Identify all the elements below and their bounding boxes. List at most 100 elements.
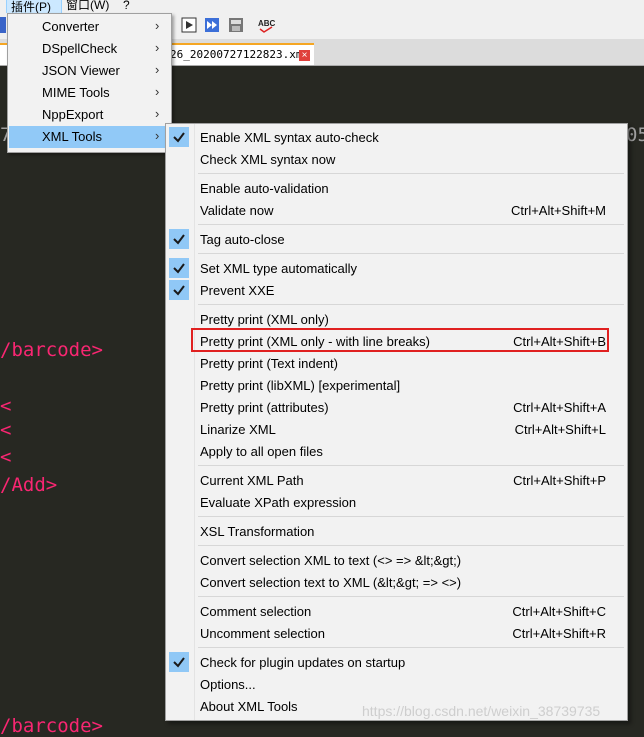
menu-item-label: Pretty print (Text indent) [200, 356, 338, 371]
menu-item-enable-auto-validation[interactable]: Enable auto-validation [166, 177, 627, 199]
menu-item-options[interactable]: Options... [166, 673, 627, 695]
menu-item-convert-text-to-xml[interactable]: Convert selection text to XML (&lt;&gt; … [166, 571, 627, 593]
menu-plugins[interactable]: 插件(P) [6, 0, 62, 14]
menu-item-pretty-print-attributes[interactable]: Pretty print (attributes) Ctrl+Alt+Shift… [166, 396, 627, 418]
checkmark-icon [169, 258, 189, 278]
checkmark-icon [169, 652, 189, 672]
checkmark-icon [169, 127, 189, 147]
spellcheck-icon[interactable]: ABC [258, 17, 276, 33]
watermark: https://blog.csdn.net/weixin_38739735 [362, 703, 601, 719]
save-macro-icon[interactable] [228, 17, 244, 33]
menu-item-evaluate-xpath[interactable]: Evaluate XPath expression [166, 491, 627, 513]
menu-item-uncomment-selection[interactable]: Uncomment selection Ctrl+Alt+Shift+R [166, 622, 627, 644]
menu-separator [198, 304, 624, 305]
menu-item-label: Prevent XXE [200, 283, 275, 298]
code-line: /barcode> [0, 339, 103, 361]
menu-item-label: Linarize XML [200, 422, 276, 437]
menu-separator [198, 224, 624, 225]
menu-item-pretty-print-libxml[interactable]: Pretty print (libXML) [experimental] [166, 374, 627, 396]
submenu-item-label: JSON Viewer [42, 63, 120, 78]
menu-item-label: Enable XML syntax auto-check [200, 130, 379, 145]
submenu-item-dspellcheck[interactable]: DSpellCheck › [9, 38, 169, 60]
menu-item-pretty-print-xml-only[interactable]: Pretty print (XML only) [166, 308, 627, 330]
menu-item-label: About XML Tools [200, 699, 298, 714]
menu-separator [198, 173, 624, 174]
checkmark-icon [169, 229, 189, 249]
menu-item-prevent-xxe[interactable]: Prevent XXE [166, 279, 627, 301]
menu-separator [198, 647, 624, 648]
chevron-right-icon: › [155, 106, 160, 121]
menu-window[interactable]: 窗口(W) [66, 0, 109, 12]
submenu-item-json-viewer[interactable]: JSON Viewer › [9, 60, 169, 82]
play-multiple-icon[interactable] [204, 17, 220, 33]
menu-item-label: Check XML syntax now [200, 152, 336, 167]
menu-item-label: Tag auto-close [200, 232, 285, 247]
xml-tools-menu: Enable XML syntax auto-check Check XML s… [165, 123, 628, 721]
menu-separator [198, 465, 624, 466]
menu-separator [198, 516, 624, 517]
menu-item-label: Uncomment selection [200, 626, 325, 641]
menu-item-label: Pretty print (attributes) [200, 400, 329, 415]
close-icon[interactable]: × [299, 50, 310, 61]
tab-label: 26_20200727122823.xml [170, 48, 310, 61]
code-line: < [0, 419, 12, 441]
menu-item-label: XSL Transformation [200, 524, 315, 539]
menu-item-check-plugin-updates[interactable]: Check for plugin updates on startup [166, 651, 627, 673]
menu-item-validate-now[interactable]: Validate now Ctrl+Alt+Shift+M [166, 199, 627, 221]
menu-item-label: Validate now [200, 203, 274, 218]
plugins-submenu: Converter › DSpellCheck › JSON Viewer › … [7, 13, 172, 153]
submenu-item-mime-tools[interactable]: MIME Tools › [9, 82, 169, 104]
code-line: /barcode> [0, 715, 103, 737]
menu-plugins-label: 插件(P) [11, 0, 51, 14]
menu-item-current-xml-path[interactable]: Current XML Path Ctrl+Alt+Shift+P [166, 469, 627, 491]
submenu-item-label: Converter [42, 19, 100, 34]
submenu-item-xml-tools[interactable]: XML Tools › [9, 126, 169, 148]
record-stop-icon[interactable] [181, 17, 197, 33]
code-fragment: 05 [626, 124, 644, 146]
chevron-right-icon: › [155, 84, 160, 99]
menu-item-pretty-print-text-indent[interactable]: Pretty print (Text indent) [166, 352, 627, 374]
menu-item-check-syntax-now[interactable]: Check XML syntax now [166, 148, 627, 170]
menu-item-label: Current XML Path [200, 473, 304, 488]
menu-item-label: Set XML type automatically [200, 261, 358, 276]
toolbar-edge-icon[interactable] [0, 17, 6, 33]
code-line: /Add> [0, 474, 58, 496]
menu-item-shortcut: Ctrl+Alt+Shift+P [513, 473, 606, 488]
chevron-right-icon: › [155, 128, 160, 143]
menu-item-label: Convert selection XML to text (<> => &lt… [200, 553, 462, 568]
submenu-item-converter[interactable]: Converter › [9, 16, 169, 38]
menu-item-label: Enable auto-validation [200, 181, 329, 196]
menu-item-linarize-xml[interactable]: Linarize XML Ctrl+Alt+Shift+L [166, 418, 627, 440]
menu-separator [198, 253, 624, 254]
menu-bar: 插件(P) 窗口(W) ? [0, 0, 644, 14]
menu-item-shortcut: Ctrl+Alt+Shift+C [512, 604, 606, 619]
menu-separator [198, 596, 624, 597]
menu-item-label: Options... [200, 677, 256, 692]
chevron-right-icon: › [155, 40, 160, 55]
menu-item-shortcut: Ctrl+Alt+Shift+R [512, 626, 606, 641]
menu-item-set-xml-type[interactable]: Set XML type automatically [166, 257, 627, 279]
menu-item-comment-selection[interactable]: Comment selection Ctrl+Alt+Shift+C [166, 600, 627, 622]
menu-item-label: Apply to all open files [200, 444, 323, 459]
menu-item-apply-to-all-files[interactable]: Apply to all open files [166, 440, 627, 462]
submenu-item-nppexport[interactable]: NppExport › [9, 104, 169, 126]
menu-item-label: Convert selection text to XML (&lt;&gt; … [200, 575, 462, 590]
menu-item-label: Check for plugin updates on startup [200, 655, 406, 670]
menu-item-enable-syntax-autocheck[interactable]: Enable XML syntax auto-check [166, 126, 627, 148]
menu-item-shortcut: Ctrl+Alt+Shift+A [513, 400, 606, 415]
chevron-right-icon: › [155, 18, 160, 33]
submenu-item-label: XML Tools [42, 129, 102, 144]
submenu-item-label: MIME Tools [42, 85, 110, 100]
svg-text:ABC: ABC [258, 19, 276, 28]
menu-item-xsl-transformation[interactable]: XSL Transformation [166, 520, 627, 542]
code-line: < [0, 446, 12, 468]
submenu-item-label: NppExport [42, 107, 104, 122]
menu-item-shortcut: Ctrl+Alt+Shift+L [514, 422, 606, 437]
submenu-item-label: DSpellCheck [42, 41, 118, 56]
menu-item-label: Evaluate XPath expression [200, 495, 357, 510]
menu-help[interactable]: ? [123, 0, 130, 12]
menu-item-tag-auto-close[interactable]: Tag auto-close [166, 228, 627, 250]
checkmark-icon [169, 280, 189, 300]
menu-item-convert-xml-to-text[interactable]: Convert selection XML to text (<> => &lt… [166, 549, 627, 571]
menu-item-shortcut: Ctrl+Alt+Shift+M [510, 203, 606, 218]
